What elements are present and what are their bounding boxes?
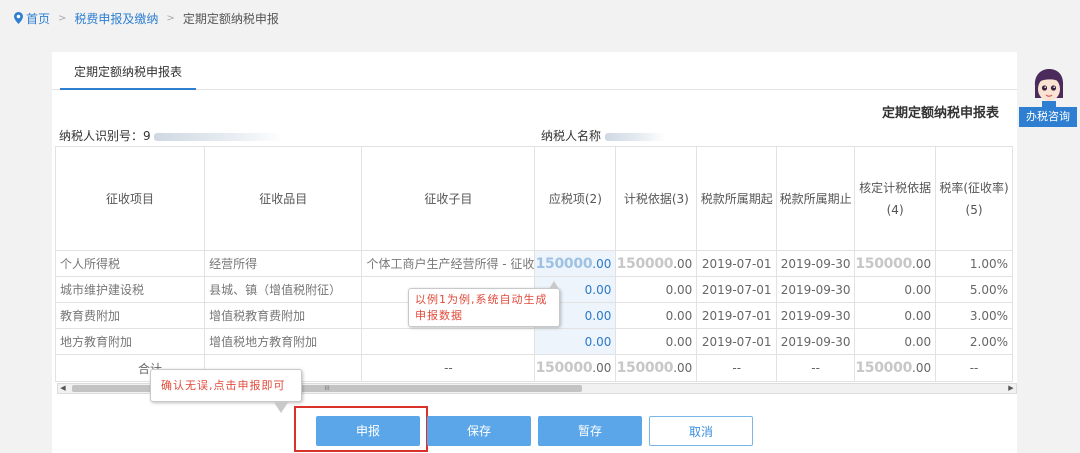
cell-category: 增值税地方教育附加 [204,328,363,355]
callout-tail [549,281,559,289]
column-header: 税率(征收率) (5) [935,146,1013,251]
declaration-table: 征收项目 征收品目 征收子目 应税项(2) 计税依据(3) 税款所属期起 税款所… [55,146,1013,382]
cell-category: 增值税教育费附加 [204,302,363,329]
cancel-button[interactable]: 取消 [649,416,753,446]
cell-start: 2019-07-01 [696,328,778,355]
cell-end: 2019-09-30 [776,302,856,329]
submit-button[interactable]: 申报 [316,416,420,446]
taxpayer-name: 纳税人名称 [541,127,665,144]
tab-bar: 定期定额纳税申报表 [52,52,1017,90]
cell-basis: 0.00 [615,328,698,355]
cell-taxable[interactable]: 150000.00 [534,250,617,277]
scroll-left-icon[interactable]: ◀ [58,384,68,393]
column-header: 核定计税依据 (4) [854,146,937,251]
column-header: 税款所属期起 [696,146,778,251]
cell-basis: 150000.00 [615,354,698,382]
column-header: 征收子目 [361,146,536,251]
cell-category: 经营所得 [204,250,363,277]
temp-save-button[interactable]: 暂存 [538,416,642,446]
breadcrumb-home-link[interactable]: 首页 [26,10,50,27]
cell-start: 2019-07-01 [696,250,778,277]
tax-consult-widget[interactable]: 办税咨询 [1019,68,1077,130]
cell-end: 2019-09-30 [776,276,856,303]
callout-auto-generate: 以例1为例,系统自动生成申报数据 [408,281,560,327]
cell-approved: 150000.00 [854,354,937,382]
cell-item: 教育费附加 [55,302,206,329]
assistant-avatar-icon [1034,69,1064,108]
callout-text: 确认无误,点击申报即可 [161,379,286,392]
cell-rate: 5.00% [935,276,1013,303]
breadcrumb-section-link[interactable]: 税费申报及缴纳 [74,10,158,27]
cell-end: -- [776,354,856,382]
tax-consult-label[interactable]: 办税咨询 [1019,107,1077,127]
column-header: 计税依据(3) [615,146,698,251]
breadcrumb: 首页 > 税费申报及缴纳 > 定期定额纳税申报 [14,9,279,27]
cell-rate: 1.00% [935,250,1013,277]
cell-basis: 0.00 [615,276,698,303]
taxpayer-name-label: 纳税人名称 [541,129,602,143]
cell-item: 个人所得税 [55,250,206,277]
column-header: 征收项目 [55,146,206,251]
location-pin-icon [14,12,23,24]
redacted-text [154,132,285,141]
table-row: 个人所得税 经营所得 个体工商户生产经营所得 - 征收 150000.00 15… [55,250,1013,277]
breadcrumb-separator-icon: > [58,12,67,24]
cell-approved: 0.00 [854,328,937,355]
breadcrumb-current: 定期定额纳税申报 [182,11,279,26]
cell-rate: 3.00% [935,302,1013,329]
cell-approved: 150000.00 [854,250,937,277]
tab-declaration-form[interactable]: 定期定额纳税申报表 [60,52,196,90]
column-header: 税款所属期止 [776,146,856,251]
column-header: 征收品目 [204,146,363,251]
cell-item: 城市维护建设税 [55,276,206,303]
form-title: 定期定额纳税申报表 [881,106,999,121]
cell-approved: 0.00 [854,302,937,329]
cell-end: 2019-09-30 [776,328,856,355]
table-row: 地方教育附加 增值税地方教育附加 0.00 0.00 2019-07-01 20… [55,328,1013,355]
callout-text: 以例1为例,系统自动生成申报数据 [415,293,548,322]
cell-sub [361,328,536,355]
table-header-row: 征收项目 征收品目 征收子目 应税项(2) 计税依据(3) 税款所属期起 税款所… [55,146,1013,251]
cell-item: 地方教育附加 [55,328,206,355]
breadcrumb-separator-icon: > [166,12,175,24]
scrollbar-thumb[interactable]: III [72,385,582,392]
cell-start: 2019-07-01 [696,276,778,303]
cell-start: 2019-07-01 [696,302,778,329]
cell-category: 县城、镇（增值税附征） [204,276,363,303]
column-header: 应税项(2) [534,146,617,251]
cell-taxable[interactable]: 0.00 [534,328,617,355]
taxpayer-id: 纳税人识别号：9 [59,127,285,144]
cell-basis: 0.00 [615,302,698,329]
cell-sub: 个体工商户生产经营所得 - 征收 [361,250,536,277]
save-button[interactable]: 保存 [427,416,531,446]
cell-rate: 2.00% [935,328,1013,355]
cell-sub: -- [361,354,536,382]
callout-confirm: 确认无误,点击申报即可 [150,369,302,413]
taxpayer-id-label: 纳税人识别号： [59,129,144,143]
cell-approved: 0.00 [854,276,937,303]
cell-basis: 150000.00 [615,250,698,277]
cell-rate: -- [935,354,1013,382]
callout-tail [273,401,289,413]
cell-taxable: 150000.00 [534,354,617,382]
redacted-text [604,132,665,141]
cell-end: 2019-09-30 [776,250,856,277]
scroll-right-icon[interactable]: ▶ [1006,384,1016,393]
taxpayer-id-value: 9 [143,129,151,143]
cell-start: -- [696,354,778,382]
